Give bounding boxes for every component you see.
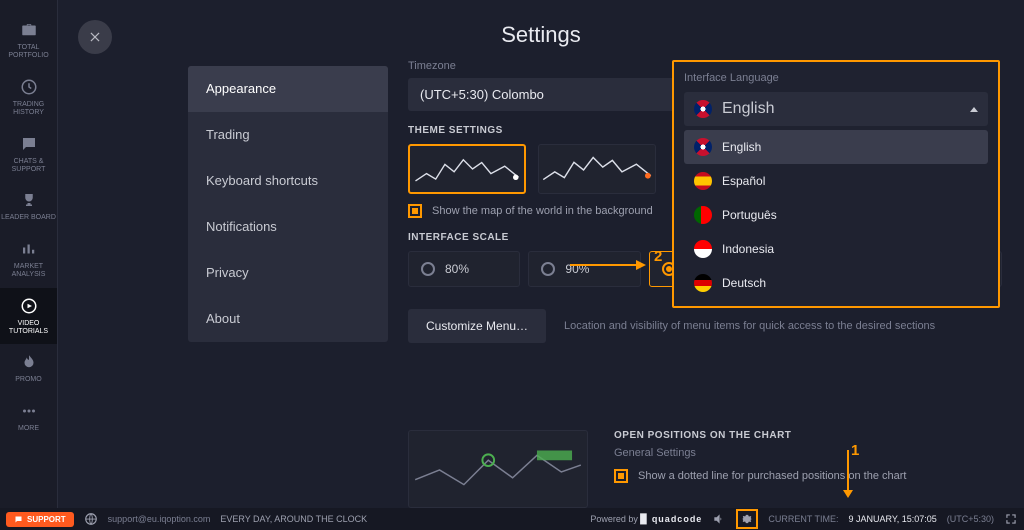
rail-trading-history[interactable]: TRADING HISTORY [0, 69, 57, 126]
gear-icon[interactable] [740, 512, 754, 526]
status-bar: SUPPORT support@eu.iqoption.com EVERY DA… [0, 508, 1024, 530]
rail-video-tutorials[interactable]: VIDEO TUTORIALS [0, 288, 57, 345]
lang-option-english[interactable]: English [684, 130, 988, 164]
play-icon [19, 296, 39, 316]
tab-about[interactable]: About [188, 296, 388, 342]
lang-option-deutsch[interactable]: Deutsch [684, 266, 988, 300]
rail-label: MORE [18, 425, 39, 433]
briefcase-icon [19, 20, 39, 40]
chat-icon [19, 134, 39, 154]
support-label: SUPPORT [27, 515, 66, 524]
settings-panel: Settings Appearance Trading Keyboard sho… [58, 0, 1024, 508]
tab-appearance[interactable]: Appearance [188, 66, 388, 112]
bars-icon [19, 239, 39, 259]
fullscreen-icon[interactable] [1004, 512, 1018, 526]
rail-label: PROMO [15, 376, 41, 384]
settings-gear-highlight [736, 509, 758, 529]
customize-menu-button[interactable]: Customize Menu… [408, 309, 546, 343]
rail-label: TOTAL PORTFOLIO [0, 44, 57, 61]
rail-label: CHATS & SUPPORT [0, 158, 57, 175]
language-selected-value: English [722, 100, 774, 118]
caret-up-icon [970, 107, 978, 112]
theme-dark-blue[interactable] [538, 144, 656, 194]
lang-option-portugues[interactable]: Português [684, 198, 988, 232]
lang-option-indonesia[interactable]: Indonesia [684, 232, 988, 266]
left-sidebar: TOTAL PORTFOLIO TRADING HISTORY CHATS & … [0, 0, 58, 530]
tagline: EVERY DAY, AROUND THE CLOCK [220, 514, 367, 524]
open-positions-subtitle: General Settings [614, 447, 1002, 459]
tab-trading[interactable]: Trading [188, 112, 388, 158]
open-positions-title: OPEN POSITIONS ON THE CHART [614, 430, 1002, 441]
flag-pt-icon [694, 206, 712, 224]
rail-label: VIDEO TUTORIALS [0, 320, 57, 337]
support-button[interactable]: SUPPORT [6, 512, 74, 527]
close-button[interactable] [78, 20, 112, 54]
rail-more[interactable]: MORE [0, 393, 57, 441]
rail-label: TRADING HISTORY [0, 101, 57, 118]
tab-keyboard-shortcuts[interactable]: Keyboard shortcuts [188, 158, 388, 204]
current-time-value: 9 JANUARY, 15:07:05 [849, 514, 937, 524]
timezone-label: Timezone [408, 60, 695, 72]
customize-menu-hint: Location and visibility of menu items fo… [564, 320, 935, 332]
open-positions-section: OPEN POSITIONS ON THE CHART General Sett… [408, 430, 1002, 508]
rail-chats-support[interactable]: CHATS & SUPPORT [0, 126, 57, 183]
flag-uk-icon [694, 100, 712, 118]
tab-privacy[interactable]: Privacy [188, 250, 388, 296]
current-time-label: CURRENT TIME: [768, 514, 838, 524]
annotation-number-1: 1 [851, 442, 859, 459]
language-dropdown: Interface Language English English Españ… [672, 60, 1000, 308]
dotted-line-checkbox[interactable] [614, 469, 628, 483]
support-email[interactable]: support@eu.iqoption.com [108, 514, 211, 524]
rail-label: LEADER BOARD [1, 214, 56, 222]
annotation-number-2: 2 [654, 248, 662, 265]
flame-icon [19, 352, 39, 372]
dotted-line-label: Show a dotted line for purchased positio… [638, 470, 906, 482]
theme-dark-pink[interactable] [408, 144, 526, 194]
current-time-zone: (UTC+5:30) [947, 514, 994, 524]
timezone-select[interactable]: (UTC+5:30) Colombo [408, 78, 695, 111]
clock-icon [19, 77, 39, 97]
scale-80[interactable]: 80% [408, 251, 520, 287]
flag-de-icon [694, 274, 712, 292]
open-positions-preview [408, 430, 588, 508]
show-map-checkbox[interactable] [408, 204, 422, 218]
lang-option-espanol[interactable]: Español [684, 164, 988, 198]
sound-icon[interactable] [712, 512, 726, 526]
tab-notifications[interactable]: Notifications [188, 204, 388, 250]
more-icon [19, 401, 39, 421]
trophy-icon [19, 190, 39, 210]
flag-uk-icon [694, 138, 712, 156]
globe-icon [84, 512, 98, 526]
rail-promo[interactable]: PROMO [0, 344, 57, 392]
language-label: Interface Language [684, 72, 988, 84]
rail-leaderboard[interactable]: LEADER BOARD [0, 182, 57, 230]
scale-90[interactable]: 90% [528, 251, 640, 287]
radio-icon [421, 262, 435, 276]
language-options: English Español Português Indonesia Deut… [684, 130, 988, 300]
show-map-label: Show the map of the world in the backgro… [432, 205, 653, 217]
flag-id-icon [694, 240, 712, 258]
rail-label: MARKET ANALYSIS [0, 263, 57, 280]
page-title: Settings [58, 0, 1024, 48]
language-select[interactable]: English [684, 92, 988, 126]
radio-icon [541, 262, 555, 276]
rail-market-analysis[interactable]: MARKET ANALYSIS [0, 231, 57, 288]
settings-tabs: Appearance Trading Keyboard shortcuts No… [188, 66, 388, 342]
flag-es-icon [694, 172, 712, 190]
rail-total-portfolio[interactable]: TOTAL PORTFOLIO [0, 12, 57, 69]
powered-by: Powered by ▉ quadcode [590, 514, 702, 525]
timezone-value: (UTC+5:30) Colombo [420, 87, 544, 102]
